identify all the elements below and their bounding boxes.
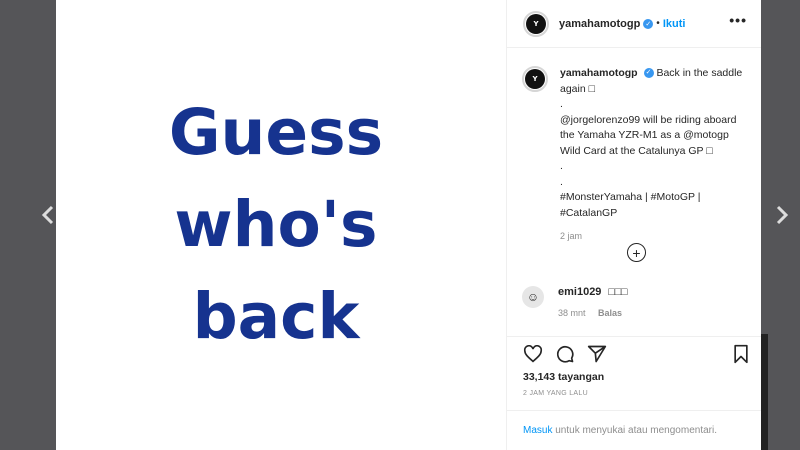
heart-icon xyxy=(523,345,543,363)
caption-hashtags[interactable]: #MonsterYamaha | #MotoGP | xyxy=(560,190,750,206)
media-line: who's xyxy=(174,188,378,261)
caption-line: again □ xyxy=(560,82,595,95)
caption-line: the Yamaha YZR-M1 as a @motogp xyxy=(560,129,729,141)
comment-button[interactable] xyxy=(555,344,575,364)
media-headline: Guess who's back xyxy=(169,87,383,363)
caption: Y yamahamotogp ✓ Back in the saddle agai… xyxy=(522,66,752,245)
login-prompt-text: untuk menyukai atau mengomentari. xyxy=(552,425,717,436)
chevron-left-icon xyxy=(41,205,54,225)
save-button[interactable] xyxy=(731,344,751,364)
post-actions xyxy=(523,343,751,365)
share-button[interactable] xyxy=(587,344,607,364)
caption-line: . xyxy=(560,175,563,188)
caption-line: . xyxy=(560,160,563,172)
bookmark-icon xyxy=(734,344,748,364)
caption-text: yamahamotogp ✓ Back in the saddle again … xyxy=(560,66,750,245)
login-bar: Masuk untuk menyukai atau mengomentari. xyxy=(507,410,761,450)
load-more-comments-button[interactable]: + xyxy=(627,243,646,262)
post-header: Y yamahamotogp ✓ • Ikuti ••• xyxy=(507,0,761,48)
author-avatar[interactable]: Y xyxy=(523,10,549,37)
comment-body: emi1029 □□□ 38 mnt Balas xyxy=(558,286,632,318)
commenter-username[interactable]: emi1029 xyxy=(558,286,601,298)
comment-text: □□□ xyxy=(608,286,628,298)
previous-post-button[interactable] xyxy=(38,203,58,227)
next-post-button[interactable] xyxy=(772,203,792,227)
caption-line: . xyxy=(560,98,563,110)
comment-icon xyxy=(556,345,574,363)
like-button[interactable] xyxy=(523,344,543,364)
comment-item: ☺ emi1029 □□□ 38 mnt Balas xyxy=(522,286,752,318)
comment-timestamp[interactable]: 38 mnt xyxy=(558,308,586,318)
author-username[interactable]: yamahamotogp xyxy=(559,18,640,30)
reply-button[interactable]: Balas xyxy=(598,308,622,318)
comment-meta: 38 mnt Balas xyxy=(558,308,632,318)
caption-line: Wild Card at the Catalunya GP □ xyxy=(560,144,713,157)
post-timestamp[interactable]: 2 JAM YANG LALU xyxy=(523,390,588,397)
more-options-icon[interactable]: ••• xyxy=(729,12,747,28)
send-icon xyxy=(587,345,607,363)
view-count[interactable]: 33,143 tayangan xyxy=(523,371,604,383)
verified-badge-icon: ✓ xyxy=(643,18,654,29)
yamaha-logo-icon: Y xyxy=(526,13,546,34)
follow-button[interactable]: Ikuti xyxy=(663,18,686,30)
caption-timestamp[interactable]: 2 jam xyxy=(560,229,750,245)
actions-divider xyxy=(507,336,761,337)
caption-line: @jorgelorenzo99 will be riding aboard xyxy=(560,113,737,126)
commenter-avatar[interactable]: ☺ xyxy=(522,286,544,308)
background-strip xyxy=(761,334,768,450)
caption-line: Back in the saddle xyxy=(656,67,743,79)
caption-author-avatar[interactable]: Y xyxy=(522,66,548,92)
post-modal: Guess who's back Y yamahamotogp ✓ • Ikut… xyxy=(56,0,761,450)
caption-hashtags[interactable]: #CatalanGP xyxy=(560,206,750,222)
chevron-right-icon xyxy=(776,205,789,225)
caption-author-username[interactable]: yamahamotogp xyxy=(560,67,638,79)
verified-badge-icon: ✓ xyxy=(643,68,654,79)
login-link[interactable]: Masuk xyxy=(523,425,552,436)
media-line: back xyxy=(192,280,360,353)
yamaha-logo-icon: Y xyxy=(525,69,545,89)
media-line: Guess xyxy=(168,96,384,169)
post-side-panel: Y yamahamotogp ✓ • Ikuti ••• Y yamahamot… xyxy=(507,0,761,450)
separator-dot: • xyxy=(656,18,660,29)
post-media[interactable]: Guess who's back xyxy=(56,0,507,450)
login-prompt: Masuk untuk menyukai atau mengomentari. xyxy=(523,425,717,436)
